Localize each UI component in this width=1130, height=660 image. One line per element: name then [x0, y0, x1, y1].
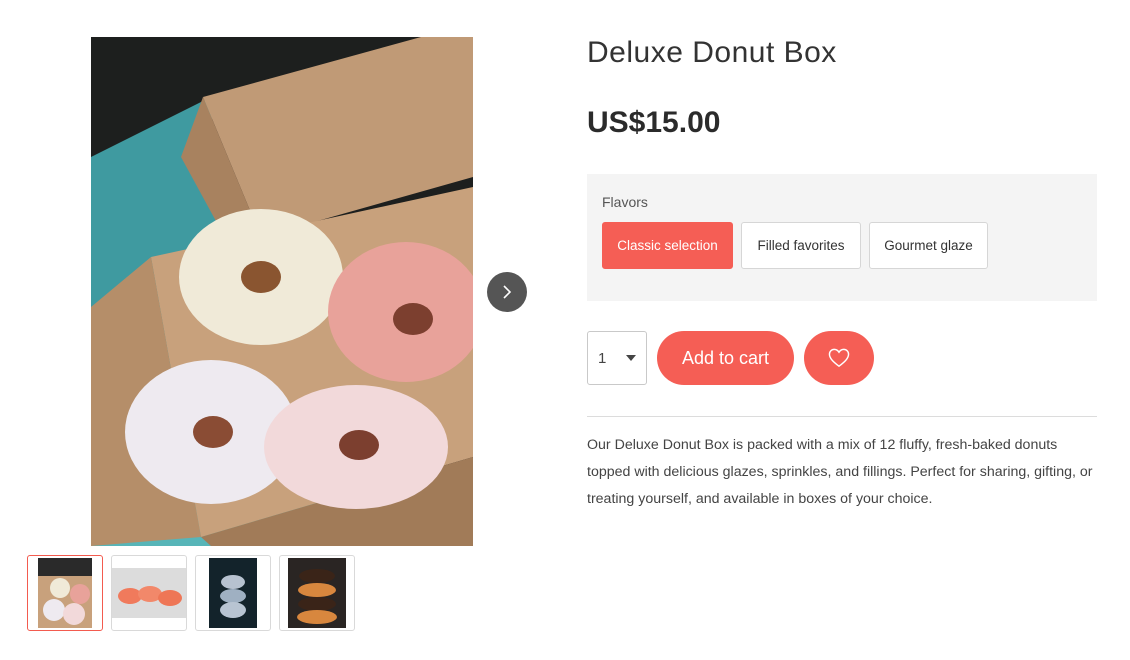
quantity-value: 1 — [598, 349, 607, 367]
next-image-button[interactable] — [487, 272, 527, 312]
chevron-right-icon — [503, 285, 512, 299]
divider — [587, 416, 1097, 417]
product-title: Deluxe Donut Box — [587, 36, 837, 69]
thumbnail-1[interactable] — [27, 555, 103, 631]
option-classic-selection[interactable]: Classic selection — [602, 222, 733, 269]
heart-icon — [828, 348, 850, 368]
quantity-select[interactable]: 1 — [587, 331, 647, 385]
main-product-image — [91, 37, 473, 546]
wishlist-button[interactable] — [804, 331, 874, 385]
product-description: Our Deluxe Donut Box is packed with a mi… — [587, 437, 1093, 507]
option-filled-favorites[interactable]: Filled favorites — [741, 222, 861, 269]
thumbnail-4[interactable] — [279, 555, 355, 631]
product-price: US$15.00 — [587, 106, 721, 139]
thumbnail-3[interactable] — [195, 555, 271, 631]
thumbnail-2[interactable] — [111, 555, 187, 631]
caret-down-icon — [626, 355, 636, 361]
add-to-cart-button[interactable]: Add to cart — [657, 331, 794, 385]
option-gourmet-glaze[interactable]: Gourmet glaze — [869, 222, 988, 269]
thumbnail-strip — [27, 555, 355, 631]
flavor-options-panel: Flavors Classic selection Filled favorit… — [587, 174, 1097, 301]
options-label: Flavors — [602, 194, 648, 210]
